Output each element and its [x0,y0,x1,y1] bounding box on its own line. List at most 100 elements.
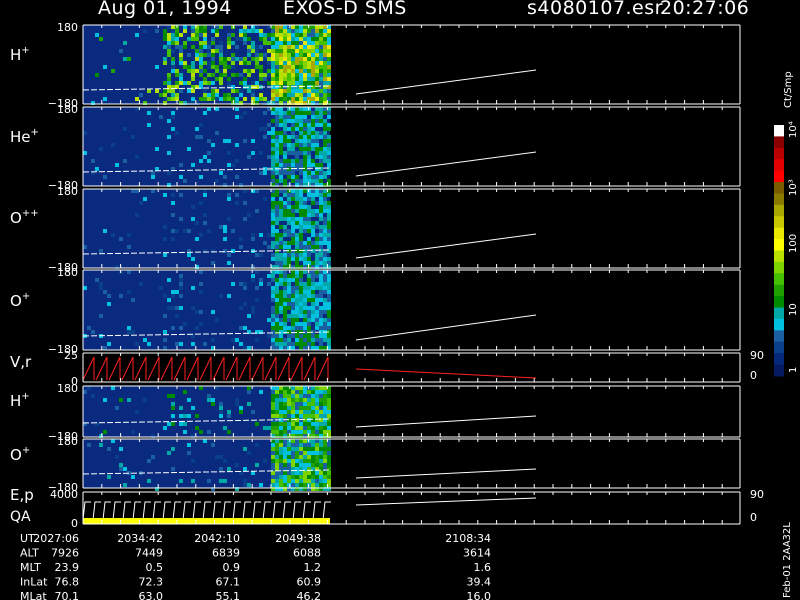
heatmap-cell [223,69,227,73]
heatmap-cell [323,241,327,245]
heatmap-cell [319,422,323,426]
heatmap-cell [275,201,279,205]
heatmap-cell [291,237,295,241]
heatmap-cell [283,139,287,143]
heatmap-cell [287,479,291,483]
heatmap-cell [283,451,287,455]
heatmap-cell [307,394,311,398]
heatmap-cell [275,475,279,479]
heatmap-cell [275,111,279,115]
heatmap-cell [327,201,331,205]
heatmap-cell [247,386,251,390]
heatmap-cell [275,426,279,430]
heatmap-cell [271,398,275,402]
heatmap-cell [283,318,287,322]
heatmap-cell [303,197,307,201]
heatmap-cell [287,390,291,394]
heatmap-cell [179,286,183,290]
heatmap-cell [303,175,307,179]
heatmap-cell [279,406,283,410]
heatmap-cell [275,455,279,459]
heatmap-cell [287,314,291,318]
heatmap-cell [319,229,323,233]
heatmap-cell [271,193,275,197]
heatmap-cell [275,241,279,245]
heatmap-cell [119,467,123,471]
heatmap-cell [311,179,315,183]
heatmap-cell [235,175,239,179]
heatmap-cell [279,179,283,183]
heatmap-cell [191,65,195,69]
heatmap-cell [95,73,99,77]
heatmap-cell [219,73,223,77]
heatmap-cell [283,77,287,81]
heatmap-cell [291,326,295,330]
heatmap-cell [251,57,255,61]
heatmap-cell [295,402,299,406]
heatmap-cell [323,127,327,131]
heatmap-cell [327,314,331,318]
heatmap-cell [239,29,243,33]
heatmap-cell [163,61,167,65]
heatmap-cell [295,330,299,334]
heatmap-cell [127,233,131,237]
heatmap-cell [307,459,311,463]
heatmap-cell [291,57,295,61]
heatmap-cell [295,179,299,183]
heatmap-cell [275,326,279,330]
heatmap-cell [247,483,251,487]
heatmap-cell [291,463,295,467]
heatmap-cell [263,135,267,139]
heatmap-cell [295,306,299,310]
heatmap-cell [187,69,191,73]
heatmap-cell [271,314,275,318]
heatmap-cell [319,286,323,290]
heatmap-cell [279,57,283,61]
colorbar-swatch [774,204,784,217]
heatmap-cell [323,107,327,111]
colorbar-swatch [774,239,784,251]
heatmap-cell [315,147,319,151]
heatmap-cell [327,111,331,115]
heatmap-cell [283,270,287,274]
heatmap-cell [203,45,207,49]
heatmap-cell [111,386,115,390]
heatmap-cell [227,33,231,37]
heatmap-cell [259,97,263,101]
heatmap-cell [163,57,167,61]
heatmap-cell [323,201,327,205]
heatmap-cell [303,119,307,123]
heatmap-cell [251,89,255,93]
heatmap-cell [303,139,307,143]
heatmap-cell [275,93,279,97]
heatmap-cell [239,245,243,249]
heatmap-cell [279,398,283,402]
heatmap-cell [315,410,319,414]
heatmap-cell [135,342,139,346]
heatmap-cell [311,310,315,314]
heatmap-cell [167,53,171,57]
heatmap-cell [327,221,331,225]
heatmap-cell [275,237,279,241]
heatmap-cell [123,467,127,471]
heatmap-cell [299,274,303,278]
heatmap-cell [299,93,303,97]
heatmap-cell [251,81,255,85]
heatmap-cell [271,57,275,61]
heatmap-cell [279,123,283,127]
heatmap-cell [191,406,195,410]
heatmap-cell [291,205,295,209]
heatmap-cell [299,241,303,245]
heatmap-cell [271,127,275,131]
heatmap-cell [311,451,315,455]
heatmap-cell [271,111,275,115]
heatmap-cell [103,430,107,434]
heatmap-cell [199,29,203,33]
heatmap-cell [323,398,327,402]
heatmap-cell [259,77,263,81]
heatmap-cell [307,41,311,45]
heatmap-cell [171,37,175,41]
heatmap-cell [291,314,295,318]
heatmap-cell [247,49,251,53]
heatmap-cell [239,342,243,346]
